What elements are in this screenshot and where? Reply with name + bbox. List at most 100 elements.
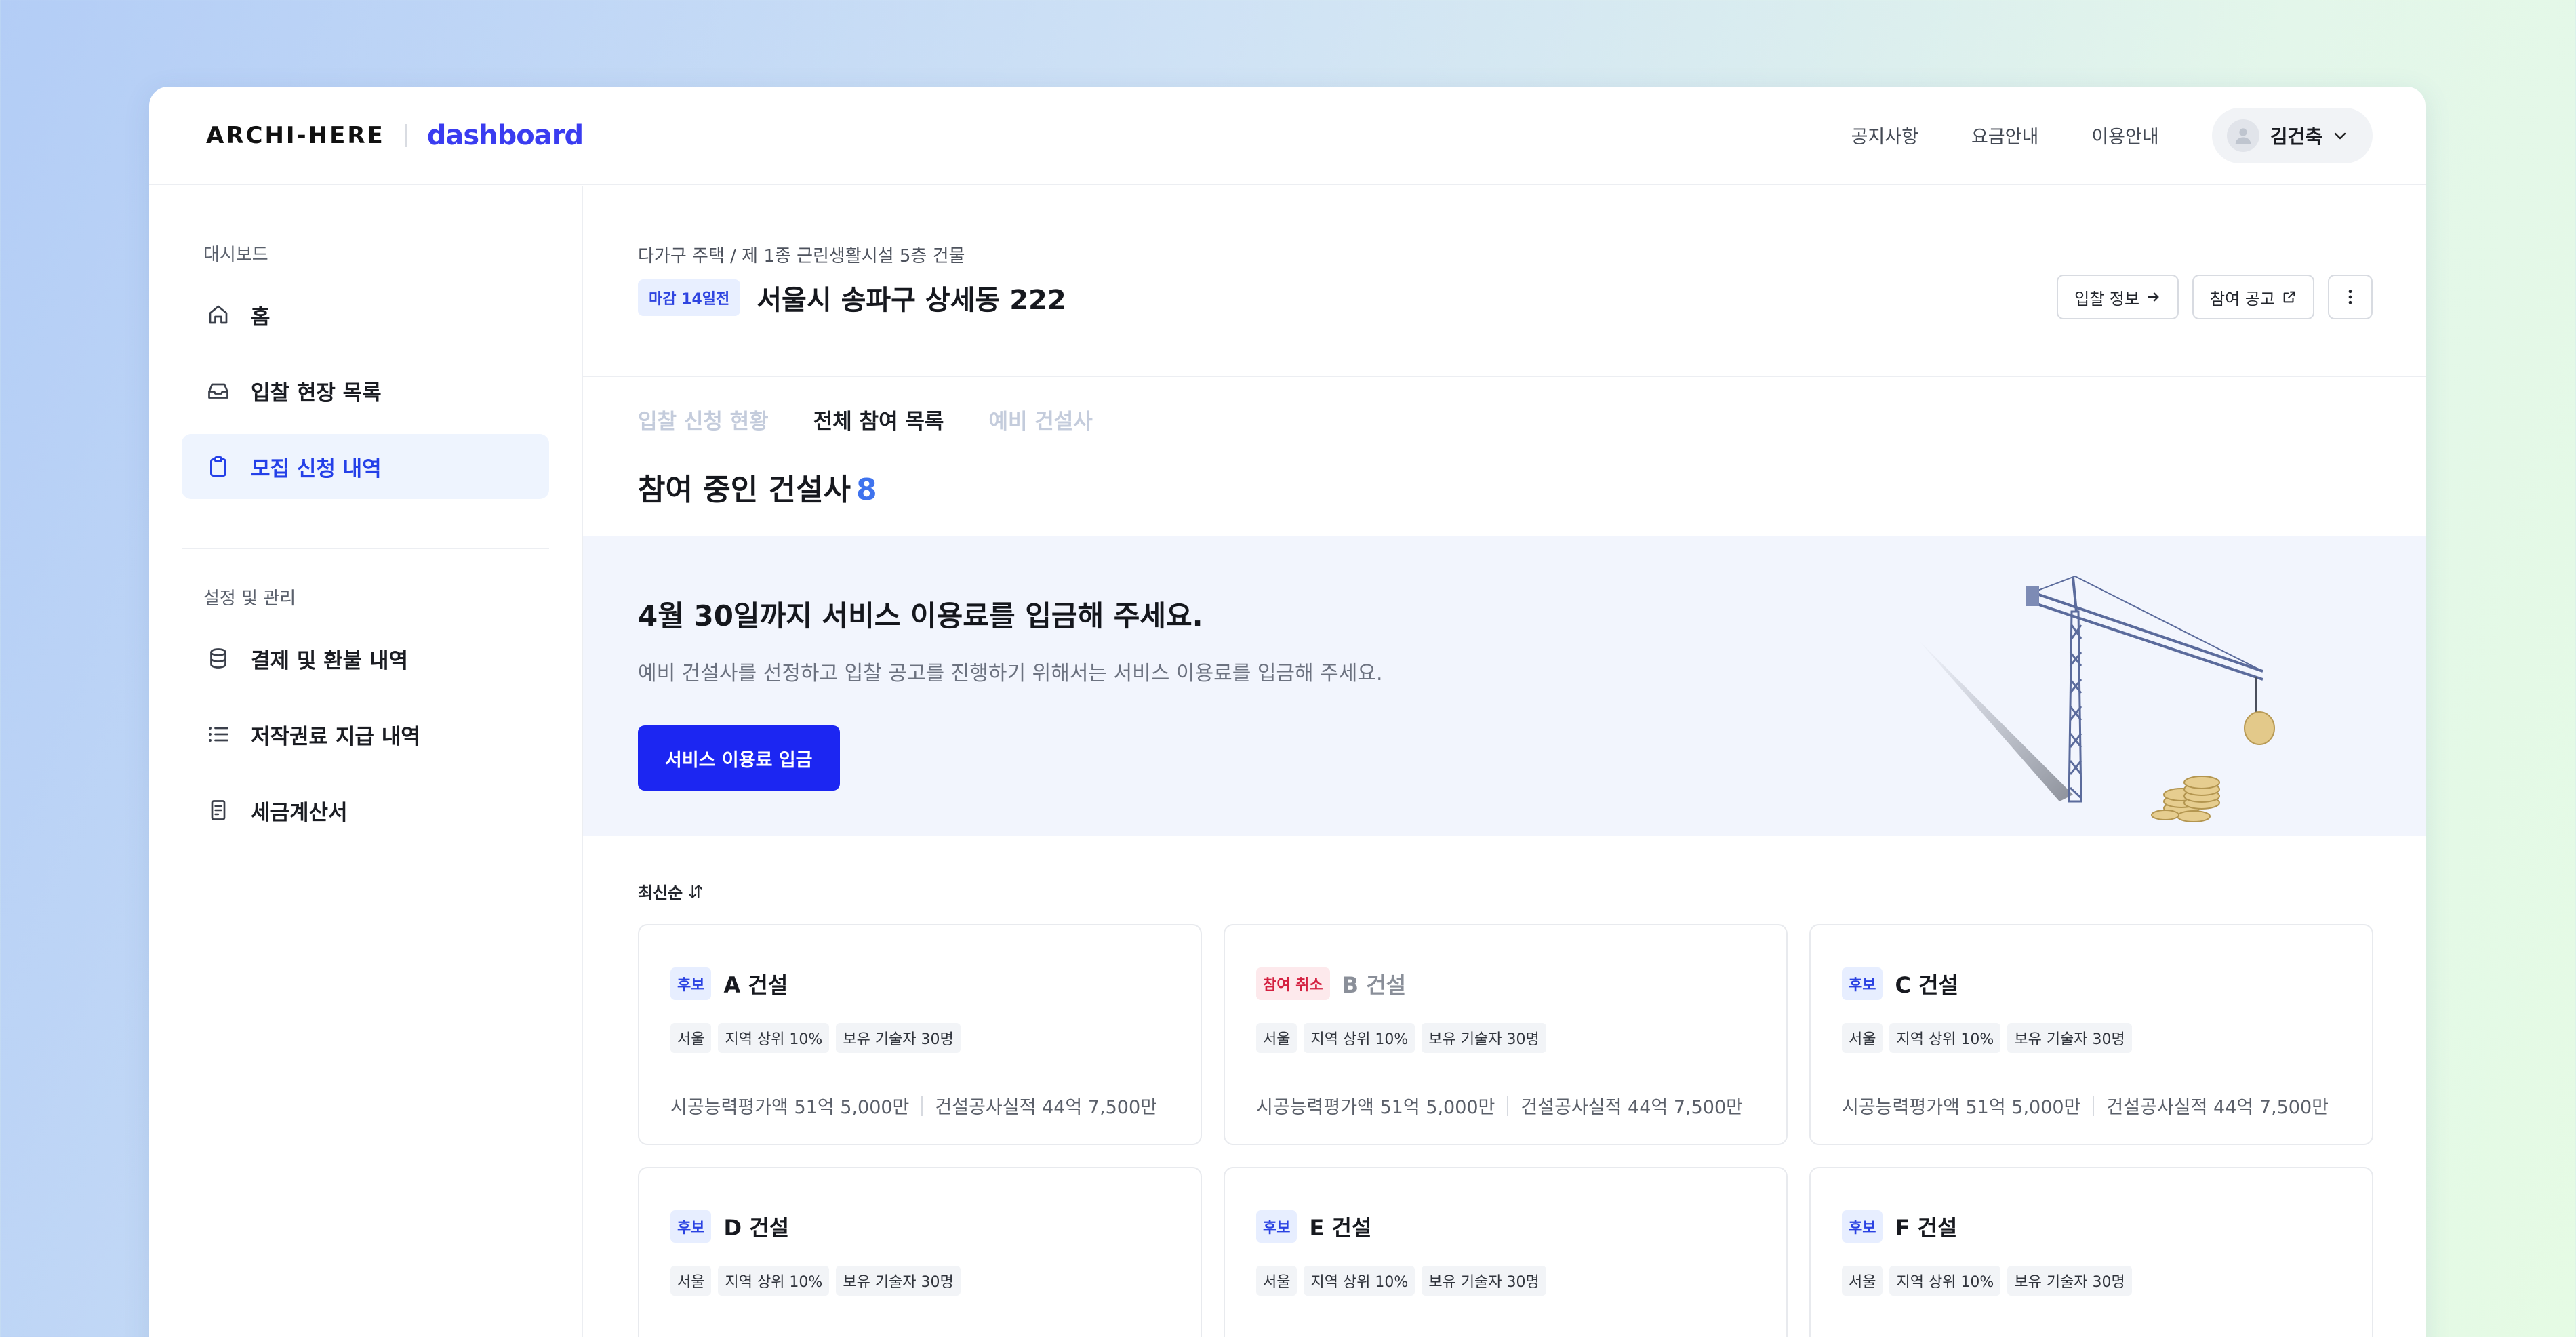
tag: 보유 기술자 30명	[836, 1266, 961, 1296]
bid-info-label: 입찰 정보	[2074, 289, 2140, 308]
tag: 보유 기술자 30명	[2007, 1266, 2132, 1296]
contractor-card[interactable]: 후보 A 건설 서울 지역 상위 10% 보유 기술자 30명 시공능력평가액 …	[638, 924, 1202, 1145]
contractor-name: A 건설	[723, 972, 788, 998]
tag: 서울	[670, 1266, 712, 1296]
sidebar-section-dashboard: 대시보드	[203, 245, 268, 265]
sidebar-item-bid-sites[interactable]: 입찰 현장 목록	[182, 358, 549, 423]
arrow-right-icon	[2148, 292, 2159, 302]
status-badge: 후보	[1842, 967, 1883, 1000]
status-badge: 후보	[670, 967, 712, 1000]
participant-count: 8	[856, 473, 877, 507]
tag: 보유 기술자 30명	[836, 1023, 961, 1053]
tag-list: 서울 지역 상위 10% 보유 기술자 30명	[1256, 1266, 1786, 1296]
contractor-card[interactable]: 후보 E 건설 서울 지역 상위 10% 보유 기술자 30명	[1224, 1167, 1788, 1337]
contractor-card[interactable]: 후보 D 건설 서울 지역 상위 10% 보유 기술자 30명	[638, 1167, 1202, 1337]
brand-name: ARCHI-HERE	[206, 121, 385, 149]
brand-divider	[405, 123, 407, 147]
sidebar-item-label: 세금계산서	[251, 800, 348, 825]
sidebar-item-label: 저작권료 지급 내역	[251, 724, 420, 749]
tag-list: 서울 지역 상위 10% 보유 기술자 30명	[1256, 1023, 1786, 1053]
deadline-badge: 마감 14일전	[638, 279, 741, 316]
tag: 지역 상위 10%	[718, 1266, 830, 1296]
more-options-button[interactable]	[2328, 275, 2373, 319]
tag: 서울	[1256, 1023, 1297, 1053]
sidebar: 대시보드 홈 입찰 현장 목록 모집 신청 내역 설정 및 관리 결제 및 환불…	[149, 186, 583, 1337]
stat-value: 44억 7,500만	[2213, 1097, 2329, 1118]
notice-label: 참여 공고	[2210, 289, 2275, 308]
tab-preliminary[interactable]: 예비 건설사	[988, 404, 1092, 445]
sidebar-item-tax-invoice[interactable]: 세금계산서	[182, 778, 549, 843]
sort-label: 최신순	[638, 883, 683, 902]
tag-list: 서울 지역 상위 10% 보유 기술자 30명	[670, 1023, 1201, 1053]
stat-divider	[921, 1095, 923, 1116]
tag: 보유 기술자 30명	[1422, 1023, 1546, 1053]
contractor-name: F 건설	[1895, 1215, 1958, 1241]
sidebar-divider	[182, 548, 549, 549]
sidebar-item-recruit-history[interactable]: 모집 신청 내역	[182, 434, 549, 499]
bid-info-button[interactable]: 입찰 정보	[2057, 275, 2179, 319]
tag: 지역 상위 10%	[1889, 1266, 2001, 1296]
home-icon	[205, 301, 232, 328]
contractor-name: D 건설	[723, 1215, 790, 1241]
section-title: 참여 중인 건설사 8	[583, 445, 2426, 536]
contractor-card[interactable]: 후보 F 건설 서울 지역 상위 10% 보유 기술자 30명	[1809, 1167, 2373, 1337]
stat-divider	[2093, 1095, 2095, 1116]
chevron-down-icon	[2334, 132, 2346, 139]
card-head: 후보 C 건설	[1842, 967, 2372, 1000]
stat-value: 44억 7,500만	[1628, 1097, 1743, 1118]
sort-icon	[689, 884, 702, 898]
notice-button[interactable]: 참여 공고	[2192, 275, 2314, 319]
sidebar-item-label: 결제 및 환불 내역	[251, 648, 409, 673]
sidebar-item-payments[interactable]: 결제 및 환불 내역	[182, 626, 549, 691]
nav-notice-link[interactable]: 공지사항	[1851, 122, 1918, 148]
header-actions: 입찰 정보 참여 공고	[2043, 275, 2373, 319]
stat-label: 시공능력평가액	[1256, 1097, 1374, 1118]
contractor-grid: 후보 A 건설 서울 지역 상위 10% 보유 기술자 30명 시공능력평가액 …	[583, 924, 2426, 1337]
nav-pricing-link[interactable]: 요금안내	[1971, 122, 2038, 148]
status-badge: 후보	[1256, 1210, 1297, 1243]
sidebar-section-settings: 설정 및 관리	[203, 588, 296, 609]
card-stats: 시공능력평가액 51억 5,000만 건설공사실적 44억 7,500만	[1842, 1092, 2372, 1119]
stat-divider	[1507, 1095, 1509, 1116]
tag: 서울	[670, 1023, 712, 1053]
sidebar-item-royalties[interactable]: 저작권료 지급 내역	[182, 702, 549, 767]
card-stats: 시공능력평가액 51억 5,000만 건설공사실적 44억 7,500만	[670, 1092, 1201, 1119]
breadcrumb: 다가구 주택 / 제 1종 근린생활시설 5층 건물	[638, 246, 965, 266]
stat-label: 시공능력평가액	[1842, 1097, 1960, 1118]
card-head: 참여 취소 B 건설	[1256, 967, 1786, 1000]
tab-all-participants[interactable]: 전체 참여 목록	[813, 404, 944, 445]
tag-list: 서울 지역 상위 10% 보유 기술자 30명	[1842, 1023, 2372, 1053]
payment-banner: 4월 30일까지 서비스 이용료를 입금해 주세요. 예비 건설사를 선정하고 …	[583, 536, 2426, 836]
status-badge: 후보	[1842, 1210, 1883, 1243]
tab-bid-status[interactable]: 입찰 신청 현황	[638, 404, 769, 445]
nav-guide-link[interactable]: 이용안내	[2091, 122, 2158, 148]
contractor-card[interactable]: 참여 취소 B 건설 서울 지역 상위 10% 보유 기술자 30명 시공능력평…	[1224, 924, 1788, 1145]
user-icon	[2235, 127, 2251, 144]
sidebar-item-label: 모집 신청 내역	[251, 456, 382, 481]
external-link-icon	[2283, 291, 2295, 303]
tag: 지역 상위 10%	[1304, 1266, 1415, 1296]
status-badge: 후보	[670, 1210, 712, 1243]
sidebar-item-label: 홈	[251, 304, 270, 330]
tag: 서울	[1256, 1266, 1297, 1296]
top-bar: ARCHI-HERE dashboard 공지사항 요금안내 이용안내 김건축	[149, 87, 2426, 185]
clipboard-icon	[205, 453, 232, 480]
page-title: 서울시 송파구 상세동 222	[757, 285, 1066, 316]
avatar	[2226, 119, 2259, 152]
tag: 지역 상위 10%	[718, 1023, 830, 1053]
user-name: 김건축	[2270, 125, 2322, 148]
receipt-icon	[205, 797, 232, 824]
brand-logo[interactable]: ARCHI-HERE dashboard	[206, 119, 584, 151]
pay-service-fee-button[interactable]: 서비스 이용료 입금	[638, 725, 840, 791]
stat-label: 건설공사실적	[1521, 1097, 1622, 1118]
contractor-name: C 건설	[1895, 972, 1958, 998]
brand-suffix: dashboard	[426, 119, 584, 151]
user-menu-button[interactable]: 김건축	[2211, 107, 2373, 163]
database-icon	[205, 645, 232, 672]
sort-dropdown[interactable]: 최신순	[638, 879, 704, 903]
card-head: 후보 A 건설	[670, 967, 1201, 1000]
stat-value: 51억 5,000만	[794, 1097, 910, 1118]
contractor-card[interactable]: 후보 C 건설 서울 지역 상위 10% 보유 기술자 30명 시공능력평가액 …	[1809, 924, 2373, 1145]
status-badge: 참여 취소	[1256, 967, 1330, 1000]
sidebar-item-home[interactable]: 홈	[182, 282, 549, 347]
